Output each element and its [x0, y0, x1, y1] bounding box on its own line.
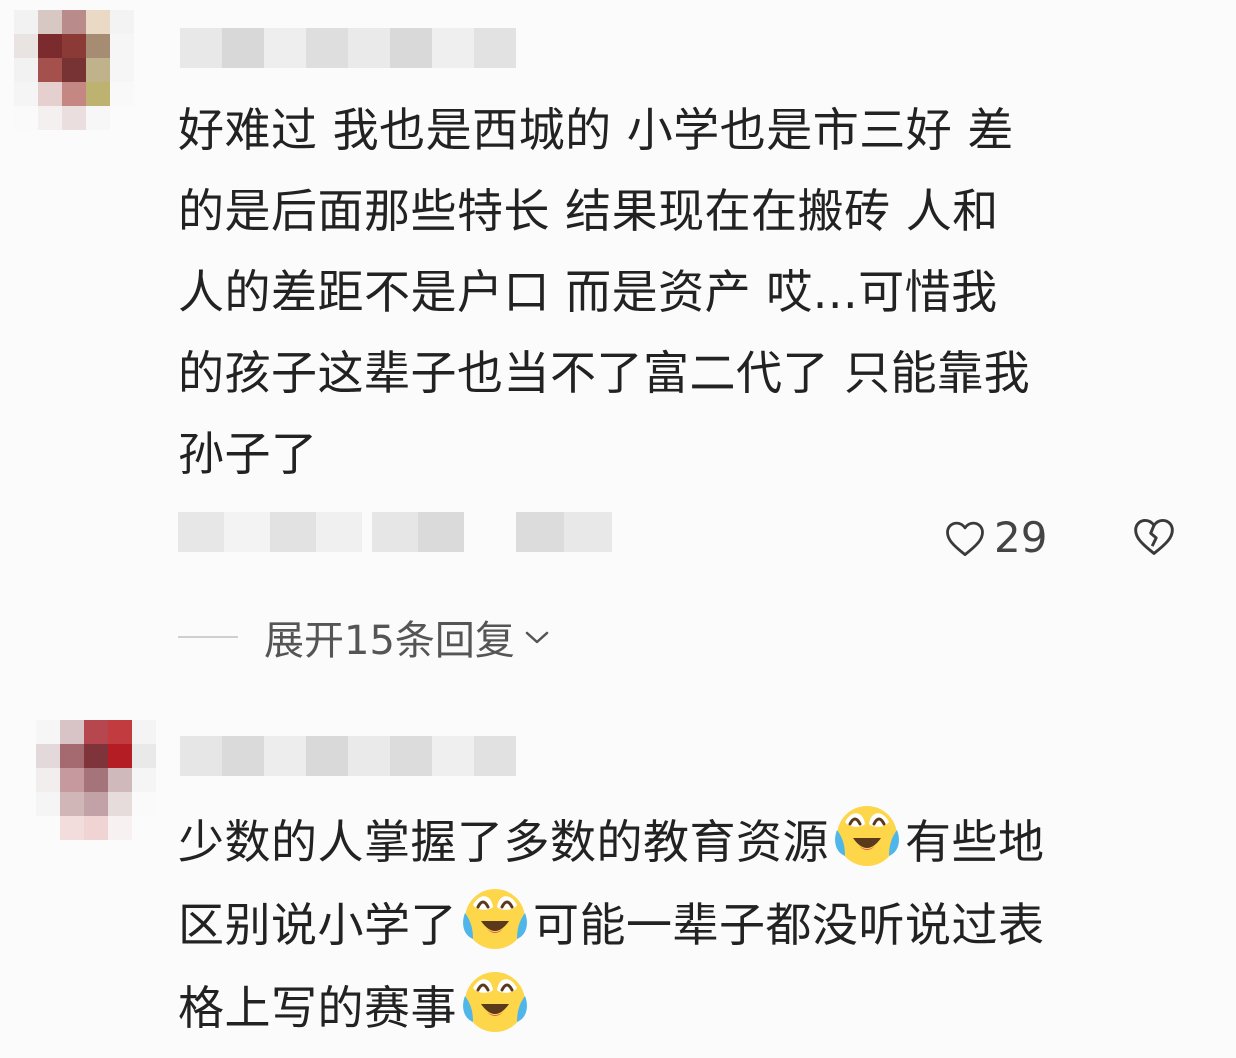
like-button[interactable]: 29 — [944, 513, 1047, 562]
expand-replies-label: 展开15条回复 — [264, 618, 515, 664]
broken-heart-icon — [1134, 518, 1174, 555]
avatar[interactable] — [36, 720, 156, 840]
crying-laughing-emoji — [463, 972, 527, 1032]
username-censored — [180, 28, 516, 68]
reply-button-censored[interactable] — [516, 512, 612, 552]
comment-text: 少数的人掌握了多数的教育资源 有些地 区别说小学了 可能一辈子都没听说过表 格上… — [178, 800, 1218, 1049]
comment-time-censored — [372, 512, 464, 552]
crying-laughing-emoji — [835, 806, 899, 866]
dislike-button[interactable] — [1132, 515, 1176, 561]
expand-replies[interactable]: 展开15条回复 — [178, 608, 551, 666]
comment-thread: 好难过 我也是西城的 小学也是市三好 差 的是后面那些特长 结果现在在搬砖 人和… — [0, 0, 1236, 1058]
username-censored — [180, 736, 516, 776]
comment-text-segment: 少数的人掌握了多数的教育资源 — [178, 815, 829, 869]
heart-outline-icon — [946, 521, 984, 556]
like-count: 29 — [994, 513, 1048, 562]
divider — [178, 636, 238, 638]
comment-meta-censored — [178, 512, 362, 552]
chevron-down-icon — [525, 631, 549, 644]
avatar[interactable] — [14, 10, 134, 130]
comment-text: 好难过 我也是西城的 小学也是市三好 差 的是后面那些特长 结果现在在搬砖 人和… — [178, 103, 1031, 481]
crying-laughing-emoji — [463, 889, 527, 949]
